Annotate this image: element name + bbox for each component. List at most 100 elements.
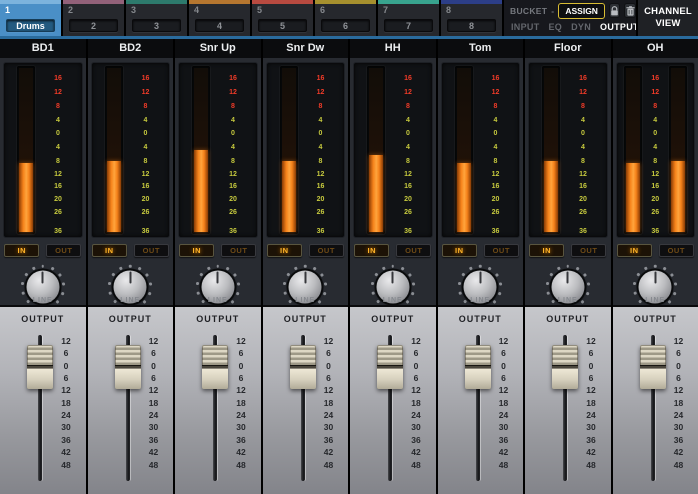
fader-scale-label: 48: [61, 460, 71, 470]
meter-io-row: IN OUT: [88, 240, 174, 260]
view-tab-input[interactable]: INPUT: [511, 22, 540, 32]
fader-scale-label: 24: [323, 410, 334, 420]
meter-scale: 16 12 8 4 0 4 8 12 16 20 26 36: [132, 69, 160, 235]
bucket-tab-5[interactable]: 55: [252, 0, 313, 36]
fader-scale-label: 6: [63, 373, 69, 383]
fader-scale-label: 18: [411, 398, 421, 408]
fader-scale-label: 36: [411, 435, 421, 445]
meter-scale-label: 16: [491, 75, 500, 82]
meter-io-row: IN OUT: [613, 240, 698, 260]
lock-button[interactable]: [608, 3, 621, 18]
fader-handle[interactable]: [27, 345, 53, 389]
meter-io-row: IN OUT: [350, 240, 436, 260]
trash-button[interactable]: [624, 3, 636, 18]
bucket-tab-3[interactable]: 33: [126, 0, 187, 36]
fader-handle[interactable]: [552, 345, 578, 389]
knob-pointer-icon: [41, 271, 44, 284]
knob-tick-dot: [633, 291, 637, 296]
knob-tick-dot: [41, 264, 44, 268]
fader-handle[interactable]: [114, 345, 141, 389]
fader-scale-label: 42: [236, 447, 246, 457]
knob-tick-dot: [199, 272, 203, 277]
fader-panel: OUTPUT 12 6 0 6 12 18 24 30 36 42 48: [437, 305, 523, 494]
fader-scale-label: 6: [151, 373, 156, 383]
meter-out-button[interactable]: OUT: [133, 243, 169, 257]
meter-in-button[interactable]: IN: [91, 243, 127, 257]
view-tab-output[interactable]: OUTPUT: [600, 22, 639, 32]
knob-label: LINE: [207, 297, 228, 304]
meter-scale-label: 4: [231, 144, 235, 151]
meter-scale-label: 26: [229, 209, 237, 216]
meter-in-button[interactable]: IN: [529, 243, 565, 257]
meter-in-button[interactable]: IN: [266, 243, 302, 257]
meter-in-button[interactable]: IN: [179, 243, 215, 257]
knob-tick-dot: [129, 264, 132, 268]
tab-color-stripe: [315, 0, 376, 4]
fader-handle[interactable]: [464, 345, 491, 389]
fader-scale-label: 12: [498, 385, 509, 395]
meter-scale-label: 26: [316, 209, 325, 216]
fader-scale-label: 6: [326, 348, 331, 358]
fader-scale-label: 48: [236, 460, 246, 470]
fader-handle[interactable]: [639, 345, 666, 389]
meter-out-button[interactable]: OUT: [571, 243, 607, 257]
meter-out-button[interactable]: OUT: [396, 243, 432, 257]
meter-scale-label: 12: [54, 89, 62, 96]
meter-scale-label: 16: [316, 75, 325, 82]
meter-scale: 16 12 8 4 0 4 8 12 16 20 26 36: [394, 69, 422, 235]
meter-out-button[interactable]: OUT: [483, 243, 519, 257]
fader-scale-label: 30: [236, 422, 246, 432]
knob-pointer-icon: [216, 271, 219, 284]
bucket-tab-6[interactable]: 66: [315, 0, 376, 36]
knob-pointer-icon: [304, 271, 307, 284]
knob-tick-dot: [498, 291, 502, 296]
knob-tick-dot: [479, 264, 482, 268]
bucket-tab-4[interactable]: 44: [189, 0, 250, 36]
meter-out-button[interactable]: OUT: [308, 243, 344, 257]
bucket-tab-7[interactable]: 77: [378, 0, 439, 36]
meter-slot: [104, 66, 123, 234]
meter-out-button[interactable]: OUT: [658, 243, 694, 257]
console-mixer-window: 1 Drums 2 2 3 3 4 4 5 5 6 6 7 7 8 8 BUCKET - ASSIGN: [0, 0, 698, 494]
meter-in-button[interactable]: IN: [616, 243, 652, 257]
fader-scale-label: 48: [498, 460, 509, 470]
meter-out-button[interactable]: OUT: [221, 243, 257, 257]
level-meter: [194, 68, 208, 232]
meter-scale-label: 20: [54, 196, 62, 203]
meter-panel: 16 12 8 4 0 4 8 12 16 20 26 36: [3, 62, 83, 238]
fader-scale-label: 24: [236, 410, 246, 420]
fader-scale-label: 42: [323, 447, 334, 457]
fader-handle[interactable]: [202, 345, 228, 389]
meter-panel: 16 12 8 4 0 4 8 12 16 20 26 36: [178, 62, 258, 238]
bucket-tab-8[interactable]: 88: [441, 0, 502, 36]
fader-scale-label: 6: [588, 348, 594, 358]
fader-handle[interactable]: [377, 345, 403, 389]
meter-in-button[interactable]: IN: [4, 243, 40, 257]
meter-in-button[interactable]: IN: [441, 243, 477, 257]
channel-view-button[interactable]: CHANNEL VIEW: [636, 0, 698, 36]
fader-scale-label: 12: [411, 336, 421, 346]
bucket-tab-1[interactable]: 1 Drums: [0, 0, 61, 36]
view-tab-eq[interactable]: EQ: [549, 22, 563, 32]
meter-out-button[interactable]: OUT: [46, 243, 82, 257]
meter-scale-label: 20: [579, 196, 587, 203]
channel-names-row: BD1 BD2 Snr Up Snr Dw HH Tom Floor OH: [0, 39, 698, 58]
bucket-tabs: 1 Drums 2 2 3 3 4 4 5 5 6 6 7 7 8 8: [0, 0, 504, 36]
meter-in-button[interactable]: IN: [354, 243, 390, 257]
view-tab-dyn[interactable]: DYN: [571, 22, 591, 32]
knob-tick-dot: [407, 272, 412, 277]
fader-scale-label: 0: [413, 361, 419, 371]
assign-button[interactable]: ASSIGN: [558, 2, 605, 19]
fader-handle[interactable]: [289, 345, 316, 389]
fader-scale: 12 6 0 6 12 18 24 30 36 42 48: [319, 307, 339, 494]
knob-tick-dot: [196, 291, 200, 296]
level-meter: [19, 68, 33, 232]
knob-tick-dot: [119, 266, 123, 270]
knob-label: LINE: [120, 297, 141, 304]
bucket-tab-2[interactable]: 22: [63, 0, 124, 36]
knob-pointer-icon: [479, 271, 482, 284]
knob-tick-dot: [556, 266, 560, 270]
meter-scale-label: 4: [143, 144, 148, 151]
fader-scale-label: 42: [61, 447, 71, 457]
meter-scale-label: 0: [143, 130, 148, 137]
